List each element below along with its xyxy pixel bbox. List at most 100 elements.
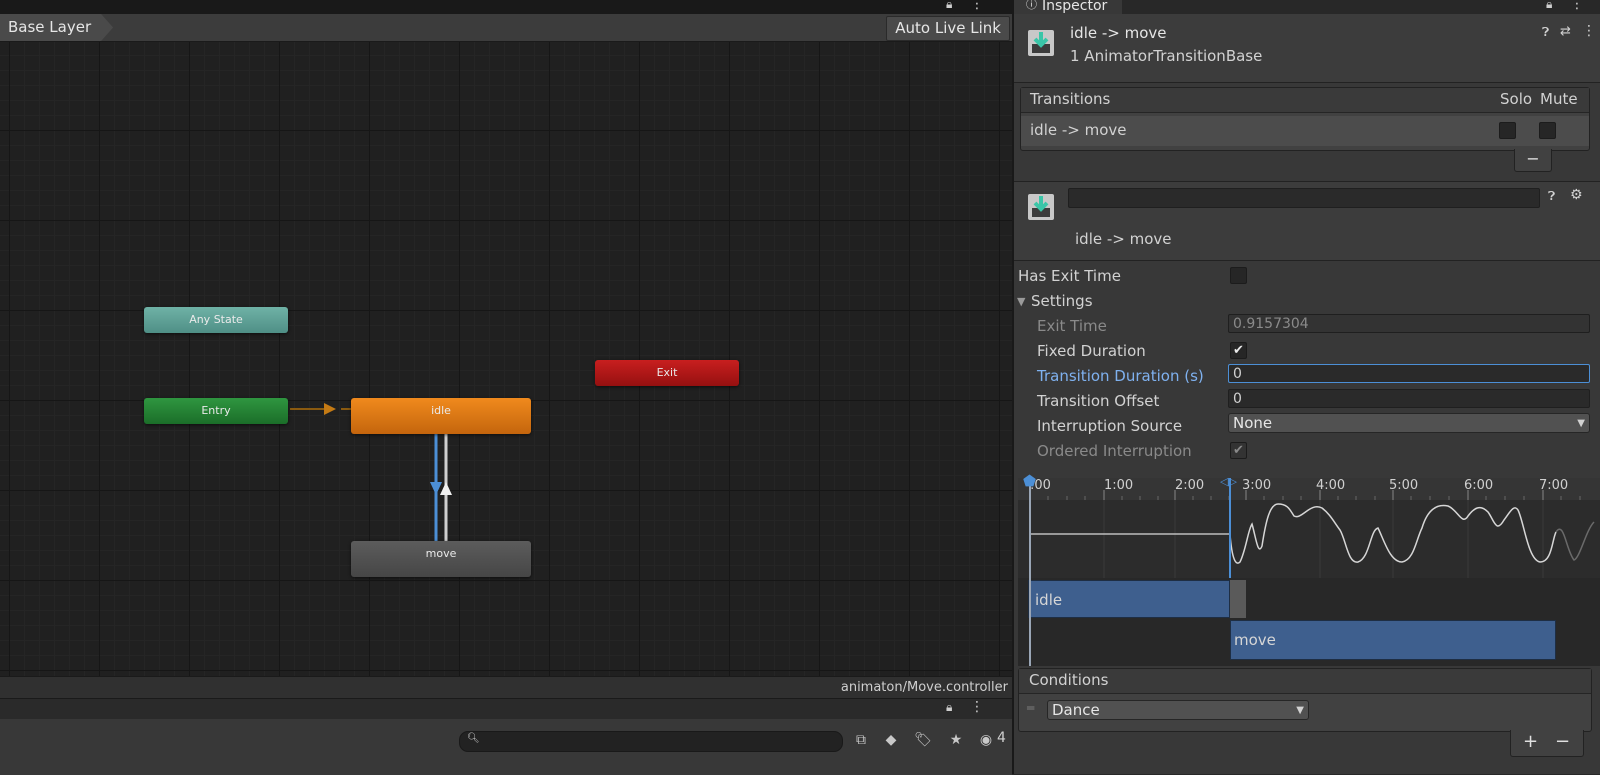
transitions-list: Transitions Solo Mute idle -> move xyxy=(1020,87,1590,151)
has-exit-time-label: Has Exit Time xyxy=(1018,267,1121,285)
lock-icon[interactable]: 🔒︎ xyxy=(946,0,952,12)
blend-curve-area xyxy=(1018,500,1600,578)
move-clip[interactable]: move xyxy=(1230,620,1556,660)
transition-handle-icon[interactable]: ◁▷ xyxy=(1220,475,1237,488)
exit-time-label: Exit Time xyxy=(1037,317,1107,335)
transition-detail-header: ❓︎ ⚙ idle -> move xyxy=(1014,181,1600,261)
transition-name-field[interactable] xyxy=(1068,188,1540,208)
hidden-count: 4 xyxy=(997,730,1006,746)
entry-to-idle-arrowhead xyxy=(324,403,336,415)
transition-offset-label: Transition Offset xyxy=(1037,392,1160,410)
transitions-list-header: Transitions Solo Mute xyxy=(1021,88,1589,113)
animator-tab-strip: 🔒︎ ⋮ xyxy=(0,0,1012,14)
animator-toolbar: Base Layer Auto Live Link xyxy=(0,14,1012,42)
clip-tracks: idle move xyxy=(1018,578,1600,666)
drag-handle-icon[interactable]: ═ xyxy=(1027,701,1034,715)
kebab-menu-icon[interactable]: ⋮ xyxy=(970,699,984,715)
solo-column-label: Solo xyxy=(1500,90,1533,108)
chevron-down-icon: ▼ xyxy=(1577,418,1585,429)
layer-breadcrumb[interactable]: Base Layer xyxy=(0,14,113,41)
ordered-interruption-checkbox: ✔ xyxy=(1230,442,1247,459)
chevron-down-icon: ▼ xyxy=(1296,705,1304,716)
has-exit-time-checkbox[interactable] xyxy=(1230,267,1247,284)
idle-clip-tail xyxy=(1230,580,1246,618)
transition-timeline[interactable]: :00 1:00 2:00 3:00 4:00 5:00 6:00 7:00 i… xyxy=(1018,472,1600,666)
transition-icon xyxy=(1028,194,1054,220)
move-state-node[interactable]: move xyxy=(351,541,531,577)
project-tab-strip: 🔒︎ ⋮ xyxy=(0,699,1012,719)
transition-end-marker[interactable] xyxy=(1229,478,1231,578)
remove-transition-button[interactable]: − xyxy=(1514,149,1552,172)
blend-curve xyxy=(1030,500,1595,578)
lock-icon[interactable]: 🔒︎ xyxy=(1546,0,1552,12)
condition-parameter-dropdown[interactable]: Dance ▼ xyxy=(1047,700,1309,720)
any-state-node[interactable]: Any State xyxy=(144,307,288,333)
inspector-title: idle -> move xyxy=(1070,24,1167,42)
transition-row-label: idle -> move xyxy=(1030,121,1127,139)
add-condition-button[interactable]: + xyxy=(1523,731,1538,752)
ruler-ticks xyxy=(1029,490,1581,500)
conditions-header-bar: Conditions xyxy=(1019,669,1591,694)
transition-arrows xyxy=(290,403,452,541)
playhead-marker-icon[interactable]: ⬟ xyxy=(1023,472,1036,490)
settings-foldout-icon[interactable]: ▼ xyxy=(1017,295,1025,308)
transition-duration-field[interactable]: 0 xyxy=(1228,364,1590,383)
move-clip-label: move xyxy=(1234,631,1276,649)
mute-checkbox[interactable] xyxy=(1539,122,1556,139)
preset-icon[interactable]: ⇄ xyxy=(1560,24,1571,39)
solo-checkbox[interactable] xyxy=(1499,122,1516,139)
conditions-list: Conditions ═ Dance ▼ xyxy=(1018,668,1592,732)
inspector-tab[interactable]: ⓘ Inspector xyxy=(1014,0,1122,14)
transition-duration-label: Transition Duration (s) xyxy=(1037,367,1204,385)
idle-state-node[interactable]: idle xyxy=(351,398,531,434)
auto-live-link-button[interactable]: Auto Live Link xyxy=(886,16,1010,41)
inspector-tab-label: Inspector xyxy=(1042,0,1108,14)
search-by-type-icon[interactable]: ⧉ xyxy=(850,729,872,751)
lock-icon[interactable]: 🔒︎ xyxy=(946,700,952,715)
interruption-source-dropdown[interactable]: None ▼ xyxy=(1228,413,1590,433)
filter-by-label-icon[interactable]: 🏷︎ xyxy=(912,729,934,751)
idle-clip-label: idle xyxy=(1035,591,1063,609)
inspector-window: ⓘ Inspector 🔒︎ ⋮ idle -> move 1 Animator… xyxy=(1014,0,1600,774)
controller-path: animaton/Move.controller xyxy=(0,676,1012,698)
inspector-subtitle: 1 AnimatorTransitionBase xyxy=(1070,47,1263,65)
fixed-duration-checkbox[interactable]: ✔ xyxy=(1230,342,1247,359)
kebab-menu-icon[interactable]: ⋮ xyxy=(1570,0,1584,12)
state-machine-graph[interactable]: Any State Entry Exit idle move xyxy=(0,42,1012,676)
remove-condition-button[interactable]: − xyxy=(1555,731,1570,752)
move-to-idle-arrowhead xyxy=(440,482,452,495)
transition-start-marker[interactable] xyxy=(1029,478,1031,666)
inspector-tab-bar: ⓘ Inspector 🔒︎ ⋮ xyxy=(1014,0,1600,14)
search-input[interactable]: 🔍︎ xyxy=(459,731,843,752)
settings-foldout-label[interactable]: Settings xyxy=(1031,292,1093,310)
transition-asset-icon xyxy=(1028,30,1054,56)
exit-node[interactable]: Exit xyxy=(595,360,739,386)
help-icon[interactable]: ❓︎ xyxy=(1548,189,1555,204)
settings-gear-icon[interactable]: ⚙ xyxy=(1570,187,1583,203)
timeline-ruler[interactable]: :00 1:00 2:00 3:00 4:00 5:00 6:00 7:00 xyxy=(1018,478,1600,501)
info-icon: ⓘ xyxy=(1026,0,1037,11)
condition-parameter-value: Dance xyxy=(1052,701,1100,719)
more-options-icon[interactable]: ⋮ xyxy=(1582,23,1596,39)
idle-to-move-arrowhead xyxy=(430,482,442,495)
condition-footer: + − xyxy=(1510,730,1584,757)
transition-row[interactable]: idle -> move xyxy=(1021,116,1589,146)
ordered-interruption-label: Ordered Interruption xyxy=(1037,442,1192,460)
entry-node[interactable]: Entry xyxy=(144,398,288,424)
project-panel: 🔒︎ ⋮ 🔍︎ ⧉ ◆ 🏷︎ ★ ◉ 4 xyxy=(0,698,1012,775)
search-icon: 🔍︎ xyxy=(467,733,480,744)
idle-clip[interactable]: idle xyxy=(1028,580,1230,618)
favorites-star-icon[interactable]: ★ xyxy=(945,729,967,751)
transition-offset-field[interactable]: 0 xyxy=(1228,389,1590,408)
interruption-source-value: None xyxy=(1233,414,1273,432)
filter-by-type-icon[interactable]: ◆ xyxy=(880,729,902,751)
inspector-header: idle -> move 1 AnimatorTransitionBase ❓︎… xyxy=(1014,14,1600,83)
hidden-packages-icon[interactable]: ◉ xyxy=(975,729,997,751)
transition-detail-label: idle -> move xyxy=(1075,230,1172,248)
kebab-menu-icon[interactable]: ⋮ xyxy=(970,0,984,12)
interruption-source-label: Interruption Source xyxy=(1037,417,1183,435)
transitions-header: Transitions xyxy=(1030,90,1111,108)
fixed-duration-label: Fixed Duration xyxy=(1037,342,1146,360)
help-icon[interactable]: ❓︎ xyxy=(1542,25,1549,40)
mute-column-label: Mute xyxy=(1540,90,1578,108)
